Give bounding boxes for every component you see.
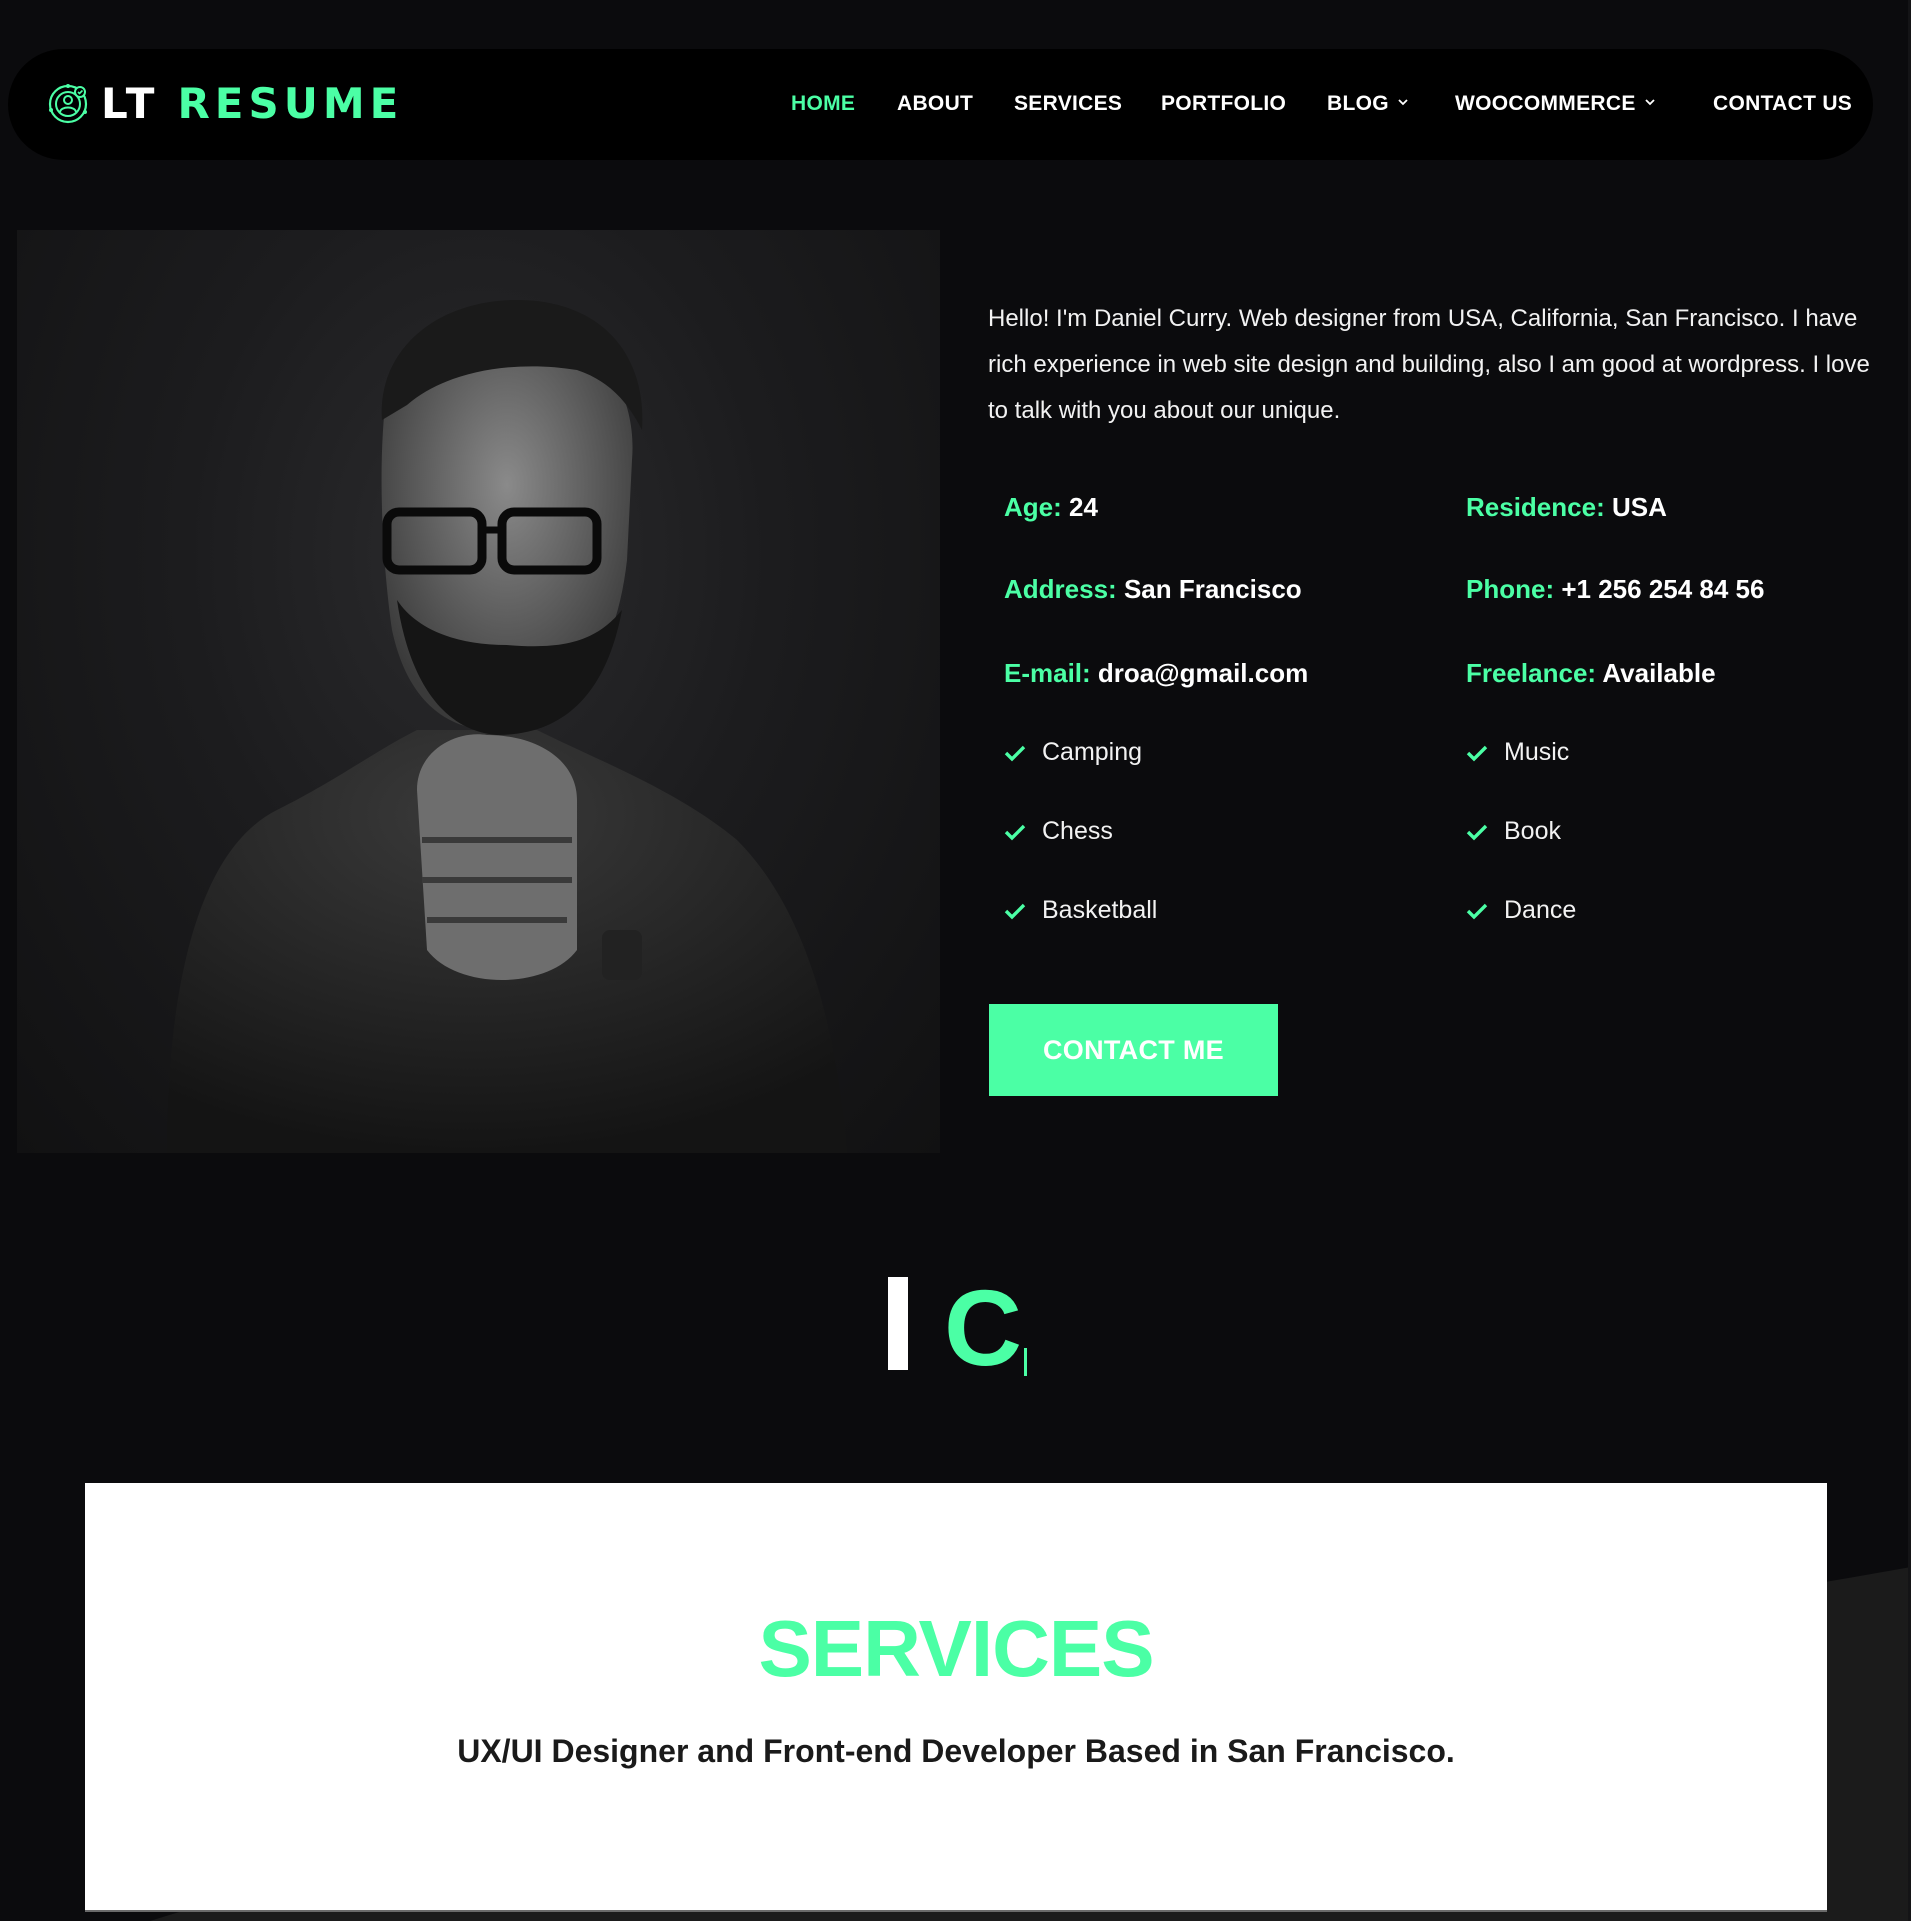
nav-about[interactable]: ABOUT xyxy=(897,92,973,116)
logo-text-resume: RESUME xyxy=(177,79,404,128)
portrait-illustration xyxy=(167,300,847,1153)
nav-blog[interactable]: BLOG xyxy=(1327,92,1408,116)
chevron-down-icon xyxy=(1644,99,1655,106)
hobby-label: Basketball xyxy=(1042,896,1158,924)
hobby-item: Basketball xyxy=(1004,896,1157,925)
info-label: E-mail: xyxy=(1004,658,1091,688)
hobby-label: Dance xyxy=(1504,896,1577,924)
hobby-item: Camping xyxy=(1004,738,1142,767)
contact-me-button[interactable]: CONTACT ME xyxy=(989,1004,1278,1096)
nav-portfolio[interactable]: PORTFOLIO xyxy=(1161,92,1286,116)
hobby-item: Music xyxy=(1466,738,1569,767)
info-label: Age: xyxy=(1004,492,1062,522)
info-email: E-mail: droa@gmail.com xyxy=(1004,658,1308,689)
typewriter-word-2: C xyxy=(944,1267,1022,1388)
nav-about-label: ABOUT xyxy=(897,92,974,115)
logo[interactable]: LT RESUME xyxy=(47,79,403,129)
info-phone: Phone: +1 256 254 84 56 xyxy=(1466,574,1764,605)
services-subtitle: UX/UI Designer and Front-end Developer B… xyxy=(457,1733,1455,1769)
check-icon xyxy=(1466,903,1488,919)
info-label: Freelance: xyxy=(1466,658,1597,688)
info-value: +1 256 254 84 56 xyxy=(1561,574,1765,604)
contact-me-label: CONTACT ME xyxy=(1043,1034,1224,1065)
check-icon xyxy=(1466,824,1488,840)
chevron-down-icon xyxy=(1398,99,1408,106)
logo-text-lt: LT xyxy=(101,79,160,128)
profile-photo xyxy=(17,230,940,1153)
nav-woocommerce-label: WOOCOMMERCE xyxy=(1455,92,1636,115)
hobby-item: Chess xyxy=(1004,817,1113,846)
info-value[interactable]: droa@gmail.com xyxy=(1098,658,1308,688)
nav-contact-us-label: CONTACT US xyxy=(1713,92,1853,115)
info-value: USA xyxy=(1611,492,1667,522)
info-age: Age: 24 xyxy=(1004,492,1098,523)
nav-services[interactable]: SERVICES xyxy=(1014,92,1122,116)
nav-woocommerce[interactable]: WOOCOMMERCE xyxy=(1455,92,1655,116)
profile-orbit-icon xyxy=(48,84,88,124)
typewriter-cursor xyxy=(1024,1348,1027,1376)
hobby-label: Chess xyxy=(1042,817,1113,845)
info-value: 24 xyxy=(1069,492,1098,522)
info-residence: Residence: USA xyxy=(1466,492,1667,523)
site-header: LT RESUME HOME ABOUT SERVICES PORTFOLIO … xyxy=(8,49,1873,160)
nav-contact-us[interactable]: CONTACT US xyxy=(1713,92,1852,116)
bio-text: Hello! I'm Daniel Curry. Web designer fr… xyxy=(988,305,1870,424)
nav-services-label: SERVICES xyxy=(1014,92,1123,115)
nav-home-label: HOME xyxy=(791,92,856,115)
hobby-label: Camping xyxy=(1042,738,1143,766)
info-freelance: Freelance: Available xyxy=(1466,658,1716,689)
nav-blog-label: BLOG xyxy=(1327,92,1389,115)
hobby-item: Dance xyxy=(1466,896,1576,925)
check-icon xyxy=(1466,745,1488,761)
check-icon xyxy=(1004,745,1026,761)
nav-home[interactable]: HOME xyxy=(791,92,855,116)
check-icon xyxy=(1004,903,1026,919)
info-label: Address: xyxy=(1004,574,1117,604)
info-label: Phone: xyxy=(1466,574,1555,604)
nav-portfolio-label: PORTFOLIO xyxy=(1161,92,1287,115)
hobby-label: Music xyxy=(1504,738,1570,766)
hobby-item: Book xyxy=(1466,817,1561,846)
info-value: San Francisco xyxy=(1123,574,1302,604)
typewriter-word-1 xyxy=(888,1277,908,1370)
info-label: Residence: xyxy=(1466,492,1605,522)
services-section: SERVICES UX/UI Designer and Front-end De… xyxy=(85,1483,1827,1910)
check-icon xyxy=(1004,824,1026,840)
services-title: SERVICES xyxy=(758,1604,1154,1693)
info-address: Address: San Francisco xyxy=(1004,574,1302,605)
hobby-label: Book xyxy=(1504,817,1561,845)
info-value: Available xyxy=(1602,658,1716,688)
